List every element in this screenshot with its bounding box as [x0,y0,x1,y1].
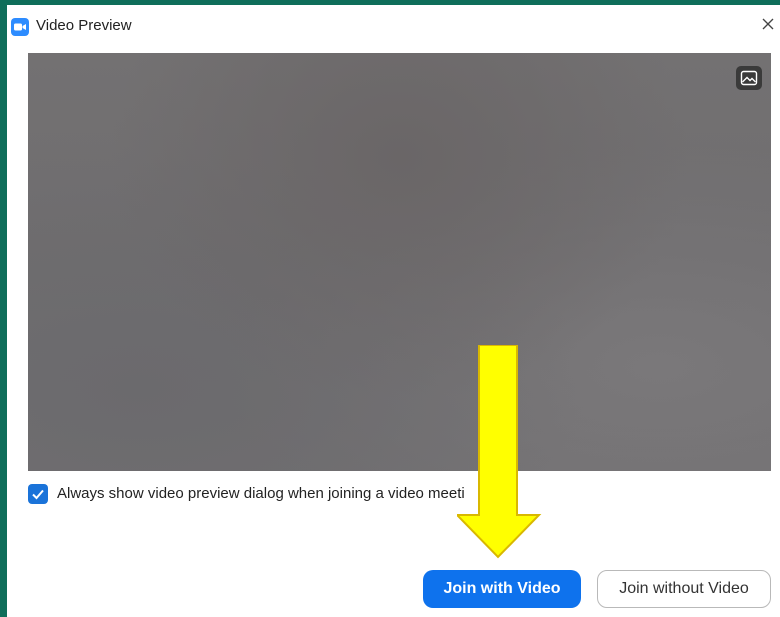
desktop-background: Video Preview Always show video preview … [0,0,780,617]
background-image-button[interactable] [736,66,762,90]
checkmark-icon [32,489,44,500]
join-with-video-button[interactable]: Join with Video [423,570,581,608]
always-show-preview-checkbox[interactable] [28,484,48,504]
join-without-video-button[interactable]: Join without Video [597,570,771,608]
image-icon [740,70,758,86]
window-title: Video Preview [36,17,132,34]
zoom-camera-icon [11,18,29,36]
always-show-preview-label: Always show video preview dialog when jo… [57,485,465,502]
title-bar: Video Preview [7,5,780,39]
video-preview-area [28,53,771,471]
close-icon[interactable] [758,14,778,34]
video-preview-dialog: Video Preview Always show video preview … [7,5,780,617]
